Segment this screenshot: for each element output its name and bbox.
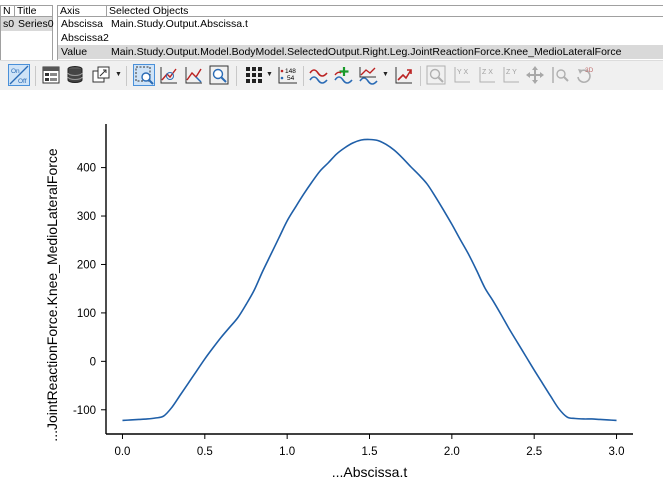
- data-label-top: 148: [285, 68, 296, 75]
- series0-line[interactable]: [122, 138, 617, 422]
- data-labels-button[interactable]: 148 54: [277, 64, 299, 86]
- view-zy-button[interactable]: Z Y: [500, 64, 522, 86]
- x-tick-label: 0.5: [197, 446, 213, 458]
- data-label-bottom: 54: [287, 75, 295, 82]
- toggle-off-label: Off: [18, 78, 27, 85]
- add-series-icon: [334, 67, 353, 84]
- export-window-icon: [92, 66, 110, 83]
- pan-button[interactable]: [524, 64, 546, 86]
- object-row-value[interactable]: Value Main.Study.Output.Model.BodyModel.…: [58, 45, 663, 59]
- object-row-path: Main.Study.Output.Model.BodyModel.Select…: [111, 46, 622, 58]
- series-list-header: N Title: [1, 5, 53, 17]
- y-tick-label: 400: [77, 163, 96, 175]
- x-tick-label: 2.5: [526, 446, 542, 458]
- rotate-3d-label: 3D: [585, 67, 594, 74]
- column-header-title[interactable]: Title: [15, 6, 53, 17]
- object-row-path: Main.Study.Output.Abscissa.t: [111, 18, 248, 30]
- grid-dropdown-icon[interactable]: ▼: [266, 71, 273, 78]
- column-header-n[interactable]: N: [1, 6, 15, 17]
- chart-toolbar: On Off ▼ ▼ 148 54 ▼ Y X Z X Z Y 3D: [0, 60, 663, 90]
- pan-arrows-icon: [526, 66, 544, 84]
- y-axis-title: ...JointReactionForce.Knee_MedioLateralF…: [44, 148, 60, 442]
- on-off-icon: On Off: [9, 65, 29, 85]
- zoom-button[interactable]: [208, 64, 230, 86]
- zoom-select-icon: [135, 66, 154, 85]
- grid-button[interactable]: [243, 64, 265, 86]
- y-tick-label: -100: [73, 405, 96, 417]
- grid-icon: [246, 67, 262, 83]
- series-options-dropdown-icon[interactable]: ▼: [382, 71, 389, 78]
- series-row[interactable]: s0 Series0: [1, 17, 54, 31]
- zoom-axis-button[interactable]: [549, 64, 571, 86]
- database-icon: [67, 66, 83, 83]
- object-row-axis: Abscissa: [61, 18, 104, 30]
- database-button[interactable]: [64, 64, 86, 86]
- selected-objects-header: Axis Selected Objects: [58, 5, 663, 17]
- x-tick-label: 1.5: [362, 446, 378, 458]
- add-series-button[interactable]: [333, 64, 355, 86]
- export-dropdown-icon[interactable]: ▼: [115, 71, 122, 78]
- axis-yx-icon: Y X: [454, 67, 470, 83]
- x-tick-label: 2.0: [444, 446, 460, 458]
- column-header-selected-objects[interactable]: Selected Objects: [107, 6, 663, 17]
- x-tick-label: 0.0: [114, 446, 130, 458]
- rotate-3d-button[interactable]: 3D: [573, 64, 595, 86]
- export-chart-button[interactable]: [393, 64, 415, 86]
- zoom-select-button[interactable]: [133, 64, 155, 86]
- column-header-axis[interactable]: Axis: [58, 6, 107, 17]
- selected-objects-list: Axis Selected Objects Abscissa Main.Stud…: [57, 5, 663, 60]
- x-tick-label: 3.0: [609, 446, 625, 458]
- on-off-toggle-button[interactable]: On Off: [8, 64, 30, 86]
- y-tick-label: 300: [77, 211, 96, 223]
- series-options-icon: [359, 67, 378, 85]
- trace-button[interactable]: [183, 64, 205, 86]
- object-row-axis: Value: [61, 46, 88, 58]
- axis-zy-icon: Z Y: [503, 67, 519, 83]
- export-chart-icon: [395, 67, 412, 84]
- trace-chart-icon: [185, 67, 202, 84]
- axis-zx-icon: Z X: [479, 67, 495, 83]
- properties-button[interactable]: [40, 64, 62, 86]
- magnifier-disabled-icon: [426, 65, 446, 85]
- line-chart: 0.0 0.5 1.0 1.5 2.0 2.5 3.0 -100 0 100 200 300 400 .…: [44, 124, 633, 480]
- series-selection-panel: N Title s0 Series0 Axis Selected Objects…: [0, 0, 663, 60]
- series-row-title: Series0: [18, 18, 54, 30]
- series-options-button[interactable]: [358, 64, 380, 86]
- object-row-abscissa2[interactable]: Abscissa2: [58, 31, 663, 45]
- series-row-n: s0: [3, 18, 15, 30]
- y-tick-label: 100: [77, 308, 96, 320]
- y-tick-label: 200: [77, 259, 96, 271]
- crosshair-chart-icon: [160, 67, 177, 84]
- x-axis-title: ...Abscissa.t: [332, 464, 408, 480]
- axis-yx-label: Y X: [457, 69, 468, 76]
- axes: [101, 124, 633, 439]
- view-zx-button[interactable]: Z X: [476, 64, 498, 86]
- toggle-on-label: On: [11, 68, 20, 75]
- magnifier-icon: [209, 65, 229, 85]
- zoom-axis-icon: [552, 67, 569, 83]
- chart-area[interactable]: 0.0 0.5 1.0 1.5 2.0 2.5 3.0 -100 0 100 200 300 400 .…: [0, 90, 663, 500]
- curve-style-button[interactable]: [308, 64, 330, 86]
- object-row-abscissa[interactable]: Abscissa Main.Study.Output.Abscissa.t: [58, 17, 663, 31]
- axis-zx-label: Z X: [482, 69, 493, 76]
- crosshair-cursor-button[interactable]: [158, 64, 180, 86]
- rotate-3d-icon: 3D: [577, 67, 594, 84]
- data-labels-icon: 148 54: [278, 67, 297, 84]
- axis-zy-label: Z Y: [506, 69, 517, 76]
- curve-style-icon: [309, 69, 328, 84]
- zoom-disabled-button[interactable]: [425, 64, 447, 86]
- properties-list-icon: [42, 66, 60, 84]
- object-row-axis: Abscissa2: [61, 32, 109, 44]
- x-tick-label: 1.0: [279, 446, 295, 458]
- view-yx-button[interactable]: Y X: [451, 64, 473, 86]
- tick-labels: 0.0 0.5 1.0 1.5 2.0 2.5 3.0 -100 0 100 200 300 400: [73, 163, 625, 458]
- export-button[interactable]: [90, 64, 112, 86]
- series-list: N Title s0 Series0: [0, 5, 54, 60]
- y-tick-label: 0: [90, 356, 96, 368]
